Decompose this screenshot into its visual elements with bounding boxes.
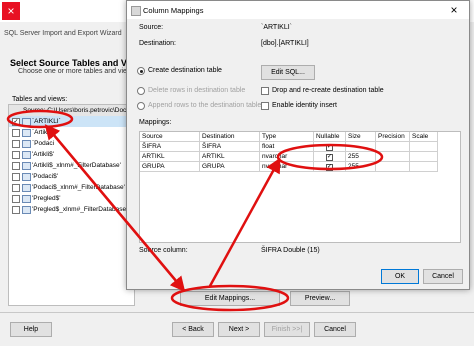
annotation-ellipse-nvarchar (276, 143, 384, 171)
annotation-arrow (208, 157, 281, 287)
annotation-arrow (44, 124, 183, 289)
annotation-ellipse-edit-mappings (170, 284, 290, 312)
annotation-ellipse-table (6, 109, 74, 129)
annotation-overlay (6, 109, 384, 312)
